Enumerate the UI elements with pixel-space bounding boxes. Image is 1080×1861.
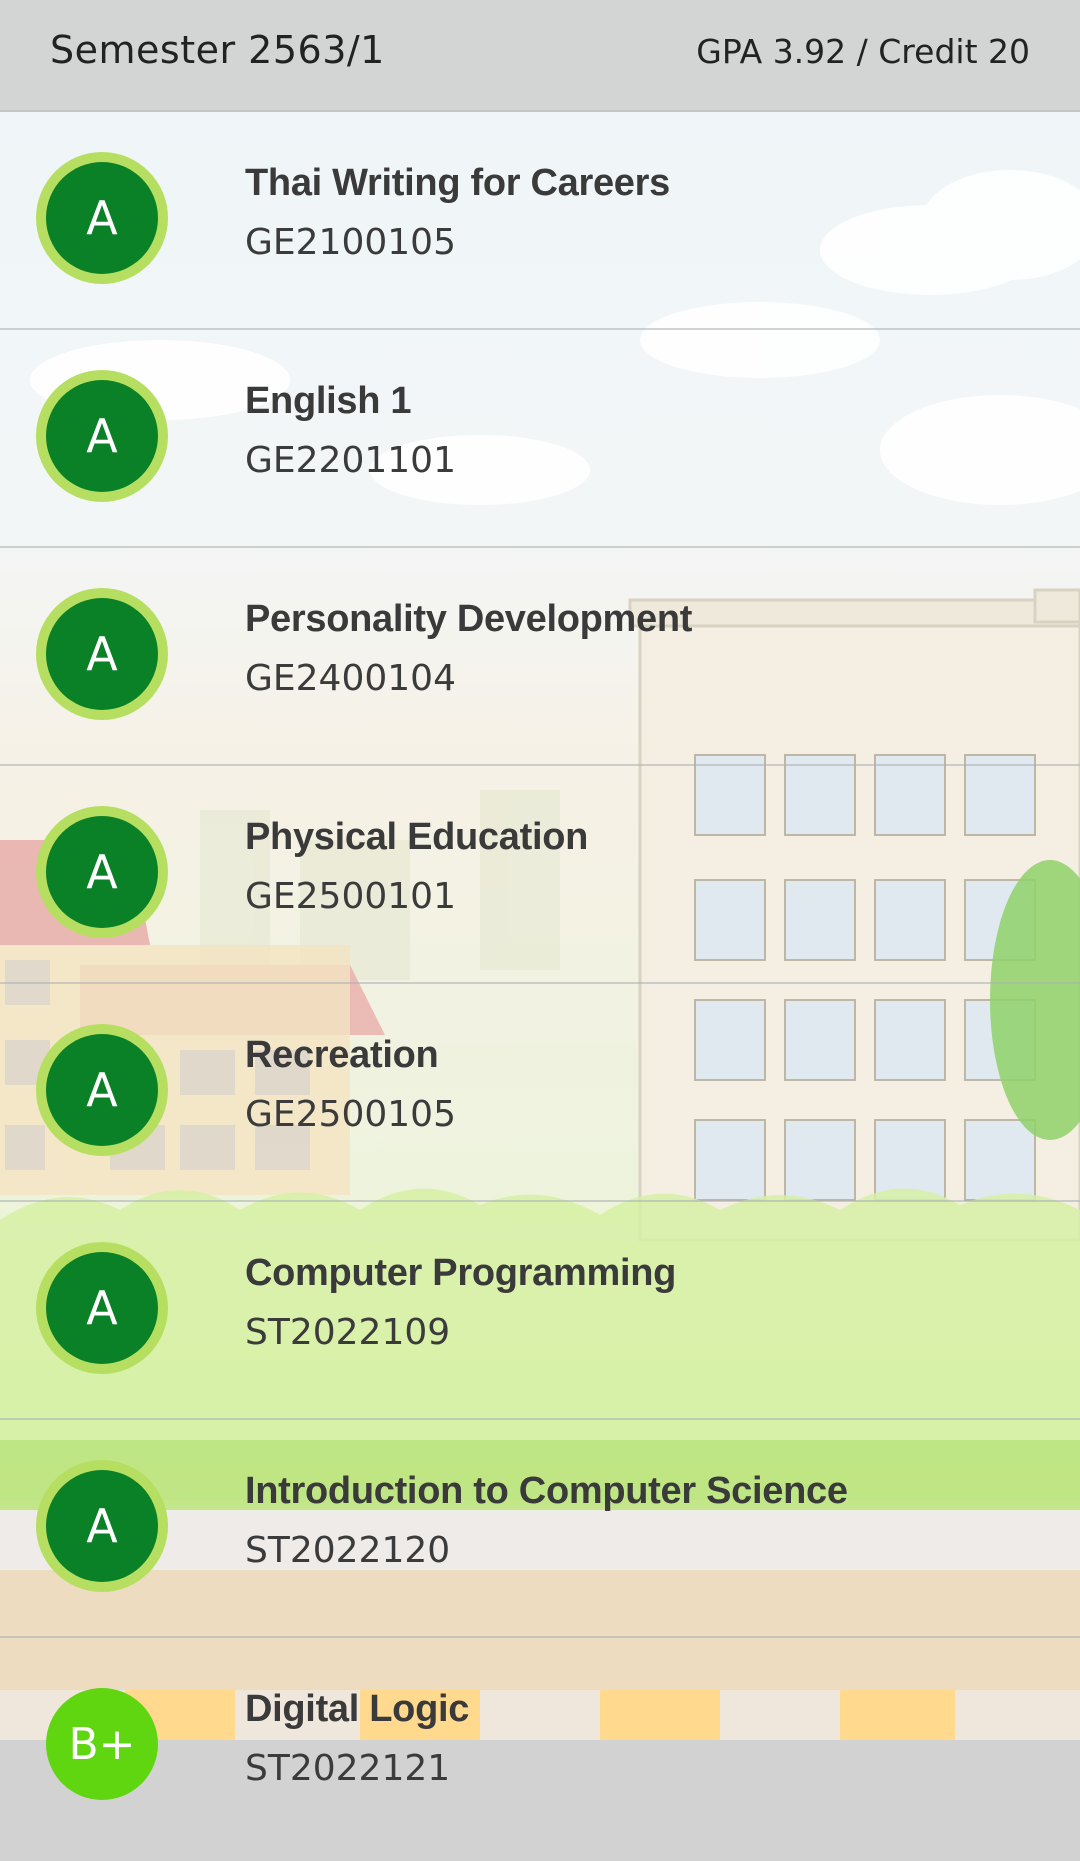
course-row[interactable]: A Personality Development GE2400104 (0, 548, 1080, 766)
grade-badge: A (36, 1242, 168, 1374)
grade-letter: A (46, 1252, 158, 1364)
course-row[interactable]: A Computer Programming ST2022109 (0, 1202, 1080, 1420)
gpa-credit-summary: GPA 3.92 / Credit 20 (696, 32, 1030, 71)
grade-badge: B+ (36, 1678, 168, 1810)
grade-letter: A (46, 598, 158, 710)
course-code: ST2022109 (245, 1312, 451, 1353)
grade-letter: A (46, 380, 158, 492)
grade-badge: A (36, 1460, 168, 1592)
course-code: ST2022121 (245, 1748, 451, 1789)
grade-badge: A (36, 1024, 168, 1156)
course-code: GE2100105 (245, 222, 456, 263)
course-code: GE2201101 (245, 440, 456, 481)
grade-badge: A (36, 370, 168, 502)
course-name: Digital Logic (245, 1688, 470, 1730)
course-name: Physical Education (245, 816, 589, 858)
course-row[interactable]: A Physical Education GE2500101 (0, 766, 1080, 984)
course-row[interactable]: A Introduction to Computer Science ST202… (0, 1420, 1080, 1638)
grade-badge: A (36, 152, 168, 284)
grade-letter: A (46, 162, 158, 274)
course-row[interactable]: B+ Digital Logic ST2022121 (0, 1638, 1080, 1856)
course-name: English 1 (245, 380, 412, 422)
course-name: Introduction to Computer Science (245, 1470, 848, 1512)
course-row[interactable]: A Thai Writing for Careers GE2100105 (0, 112, 1080, 330)
course-code: GE2500101 (245, 876, 456, 917)
course-row[interactable]: A Recreation GE2500105 (0, 984, 1080, 1202)
grade-letter: A (46, 816, 158, 928)
course-list: A Thai Writing for Careers GE2100105 A E… (0, 112, 1080, 1856)
course-name: Personality Development (245, 598, 693, 640)
grade-letter: A (46, 1034, 158, 1146)
course-code: GE2500105 (245, 1094, 456, 1135)
semester-title: Semester 2563/1 (50, 28, 385, 72)
course-row[interactable]: A English 1 GE2201101 (0, 330, 1080, 548)
semester-header: Semester 2563/1 GPA 3.92 / Credit 20 (0, 0, 1080, 112)
grade-letter: A (46, 1470, 158, 1582)
grade-badge: A (36, 806, 168, 938)
course-name: Recreation (245, 1034, 439, 1076)
grade-letter: B+ (46, 1688, 158, 1800)
grade-badge: A (36, 588, 168, 720)
course-name: Computer Programming (245, 1252, 677, 1294)
course-code: ST2022120 (245, 1530, 451, 1571)
course-name: Thai Writing for Careers (245, 162, 670, 204)
course-code: GE2400104 (245, 658, 456, 699)
